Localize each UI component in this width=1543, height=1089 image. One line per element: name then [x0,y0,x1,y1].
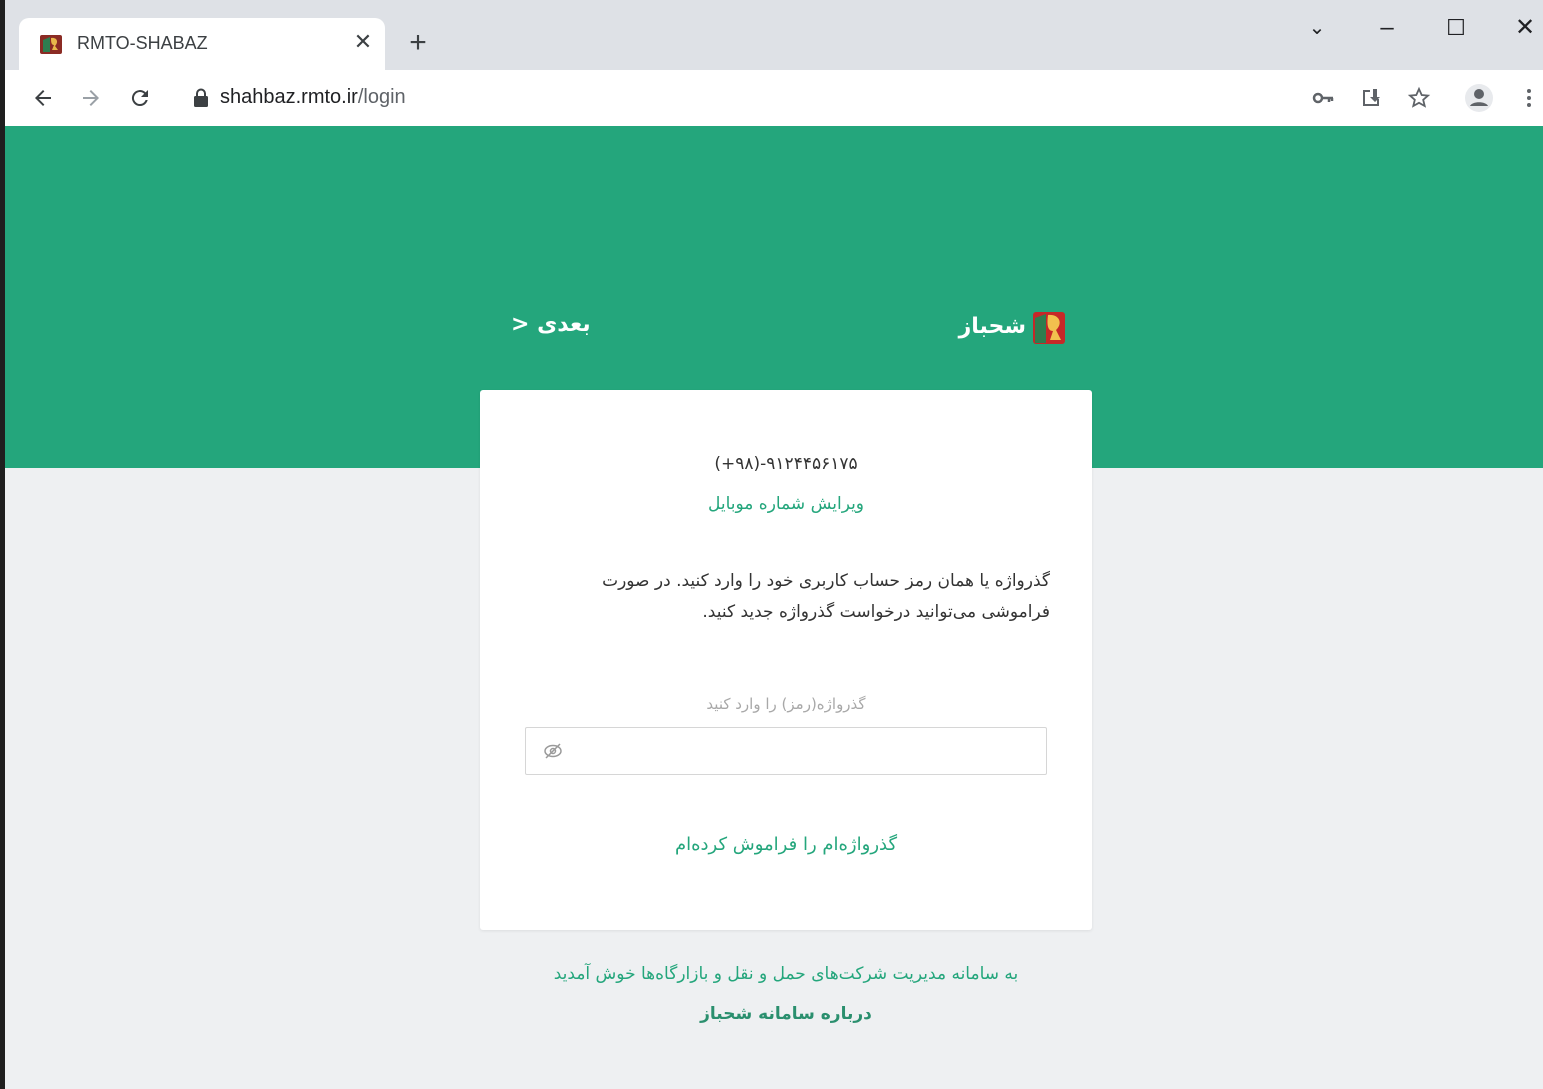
browser-window: RMTO-SHABAZ ✕ + ⌄ – ☐ ✕ shahbaz.rmto.ir/… [0,0,1543,1089]
login-card: (+۹۸)-۹۱۲۴۴۵۶۱۷۵ ویرایش شماره موبایل گذر… [480,390,1092,930]
star-icon[interactable] [1403,82,1435,114]
forgot-password-link[interactable]: گذرواژه‌ام را فراموش کرده‌ام [480,834,1092,855]
maximize-button[interactable]: ☐ [1436,10,1476,46]
eye-off-icon[interactable] [542,741,564,761]
password-instruction: گذرواژه یا همان رمز حساب کاربری خود را و… [602,571,1050,622]
brand-name: شحباز [958,314,1026,339]
profile-icon[interactable] [1463,82,1495,114]
back-button[interactable] [23,78,63,118]
forward-button[interactable] [71,78,111,118]
arrow-left-icon [35,90,51,106]
about-system-link[interactable]: درباره سامانه شحباز [5,1004,1543,1024]
tab-search-button[interactable]: ⌄ [1297,10,1337,46]
reload-button[interactable] [120,78,160,118]
page-content: بعدی < شحباز (+۹۸)-۹۱۲۴۴۵۶۱۷۵ ویرایش شما… [5,126,1543,1089]
tab-strip: RMTO-SHABAZ ✕ + ⌄ – ☐ ✕ [5,0,1543,70]
brand: شحباز [958,312,1026,352]
password-input[interactable] [525,727,1047,775]
address-bar[interactable]: shahbaz.rmto.ir/login [175,77,1300,119]
kebab-menu-icon[interactable] [1513,82,1543,114]
url-path: /login [357,86,406,108]
next-link[interactable]: بعدی < [511,312,591,337]
arrow-right-icon [83,90,99,106]
key-icon[interactable] [1307,82,1339,114]
welcome-text: به سامانه مدیریت شرکت‌های حمل و نقل و با… [553,964,1019,984]
close-window-button[interactable]: ✕ [1505,10,1543,46]
rmto-favicon-icon [40,35,62,54]
password-label: گذرواژه(رمز) را وارد کنید [706,695,866,713]
install-icon[interactable] [1355,82,1387,114]
browser-tab[interactable]: RMTO-SHABAZ ✕ [19,18,385,70]
reload-icon [131,90,148,107]
browser-toolbar: shahbaz.rmto.ir/login [5,70,1543,126]
tab-title: RMTO-SHABAZ [77,33,208,53]
url-text[interactable]: shahbaz.rmto.ir/login [220,86,406,109]
url-host: shahbaz.rmto.ir [220,86,358,108]
phone-number: (+۹۸)-۹۱۲۴۴۵۶۱۷۵ [714,454,858,474]
tab-close-icon[interactable]: ✕ [349,28,377,58]
minimize-button[interactable]: – [1367,10,1407,46]
edit-phone-link[interactable]: ویرایش شماره موبایل [480,494,1092,514]
shahbaz-logo-icon [1033,312,1065,344]
lock-icon[interactable] [193,88,209,108]
new-tab-button[interactable]: + [401,26,435,60]
